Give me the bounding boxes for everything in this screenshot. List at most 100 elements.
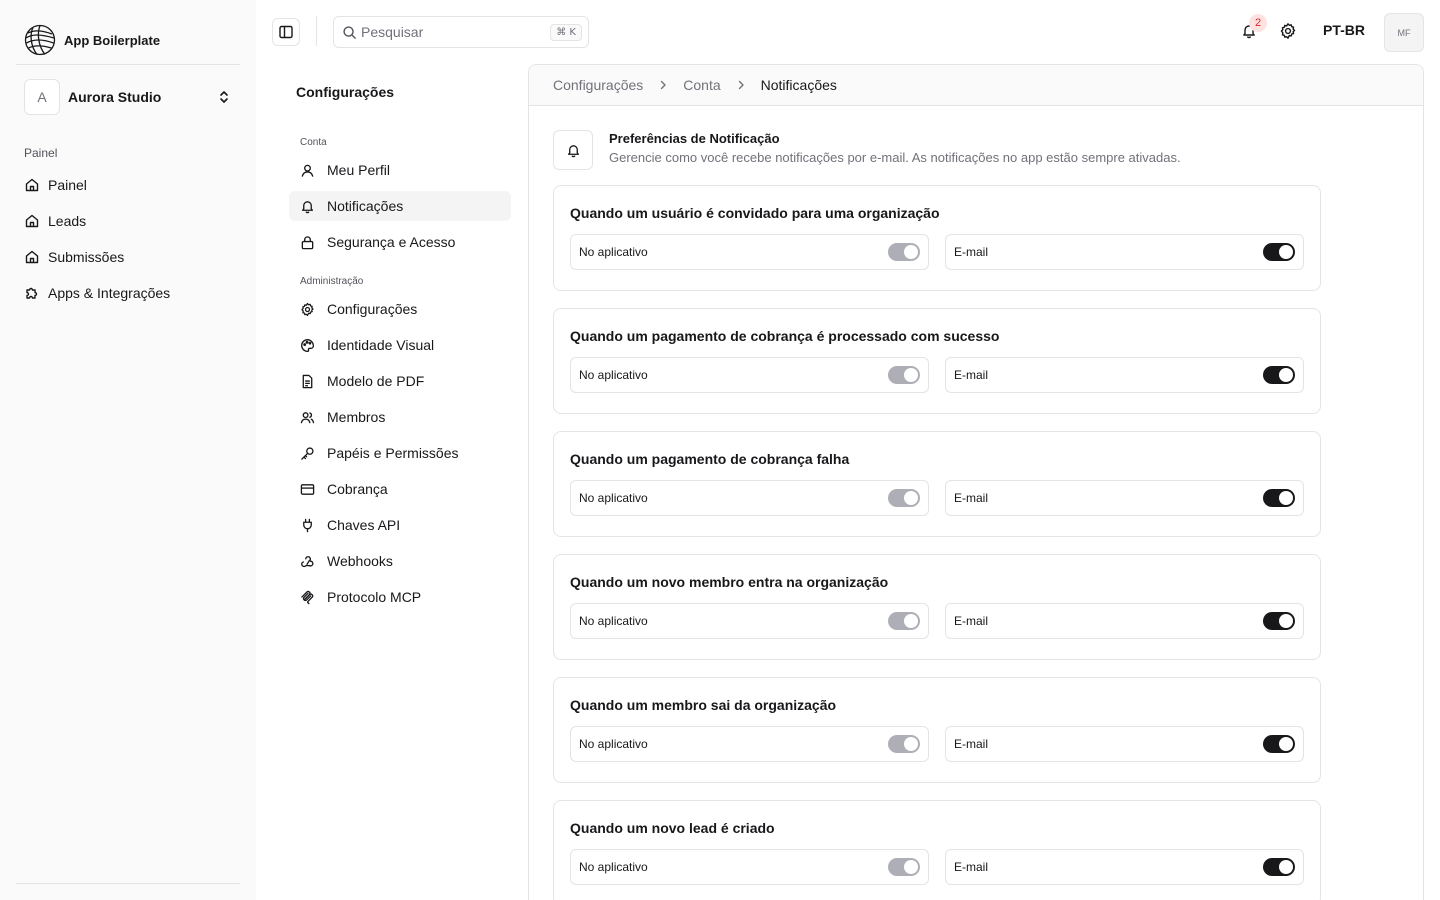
notification-settings-list: Quando um usuário é convidado para uma o… — [553, 185, 1321, 900]
settings-item-label: Configurações — [327, 301, 418, 317]
key-icon — [301, 446, 314, 460]
toggle-knob — [904, 245, 918, 259]
email-option: E-mail — [945, 357, 1304, 393]
language-selector[interactable]: PT-BR — [1312, 22, 1376, 38]
gear-icon — [301, 302, 314, 316]
in-app-label: No aplicativo — [579, 860, 648, 874]
email-toggle[interactable] — [1263, 612, 1295, 630]
breadcrumb-conta[interactable]: Conta — [683, 77, 720, 93]
search-input[interactable] — [361, 24, 551, 40]
email-toggle[interactable] — [1263, 489, 1295, 507]
user-avatar[interactable]: MF — [1384, 13, 1424, 52]
sidebar-toggle-button[interactable] — [272, 18, 300, 46]
chevron-right-icon — [661, 80, 666, 90]
toggle-knob — [904, 737, 918, 751]
home-icon — [25, 178, 39, 192]
notification-card: Quando um pagamento de cobrança é proces… — [553, 308, 1321, 414]
settings-item-membros[interactable]: Membros — [289, 402, 511, 432]
toggle-knob — [1279, 614, 1293, 628]
notification-event-title: Quando um novo lead é criado — [570, 820, 775, 836]
app-name: App Boilerplate — [64, 32, 161, 48]
settings-item-label: Webhooks — [327, 553, 393, 569]
in-app-toggle[interactable] — [888, 735, 920, 753]
chevron-right-icon — [738, 80, 744, 90]
settings-item-cobranca[interactable]: Cobrança — [289, 474, 511, 504]
notification-event-title: Quando um usuário é convidado para uma o… — [570, 205, 940, 221]
settings-item-modelo-pdf[interactable]: Modelo de PDF — [289, 366, 511, 396]
in-app-toggle[interactable] — [888, 243, 920, 261]
in-app-label: No aplicativo — [579, 737, 648, 751]
email-label: E-mail — [954, 368, 989, 382]
email-toggle[interactable] — [1263, 858, 1295, 876]
in-app-toggle[interactable] — [888, 858, 920, 876]
breadcrumb: Configurações Conta Notificações — [529, 65, 1423, 106]
settings-item-configuracoes[interactable]: Configurações — [289, 294, 511, 324]
brand[interactable]: App Boilerplate — [24, 24, 160, 56]
settings-item-papeis-permissoes[interactable]: Papéis e Permissões — [289, 438, 511, 468]
preferences-icon-box — [553, 130, 593, 170]
email-option: E-mail — [945, 603, 1304, 639]
breadcrumb-configuracoes[interactable]: Configurações — [553, 77, 643, 93]
sidebar-item-leads[interactable]: Leads — [24, 203, 240, 239]
settings-nav-conta: Meu Perfil Notificações Segurança e Aces… — [289, 155, 511, 263]
in-app-toggle[interactable] — [888, 489, 920, 507]
email-toggle[interactable] — [1263, 243, 1295, 261]
toggle-knob — [1279, 245, 1293, 259]
sidebar-item-label: Leads — [48, 213, 87, 229]
in-app-option: No aplicativo — [570, 726, 929, 762]
settings-nav-administracao: Configurações Identidade Visual Modelo d… — [289, 294, 511, 618]
search-box[interactable]: ⌘ K — [333, 16, 589, 48]
user-icon — [301, 164, 314, 177]
sidebar-item-apps-integracoes[interactable]: Apps & Integrações — [24, 275, 240, 311]
email-toggle[interactable] — [1263, 735, 1295, 753]
toggle-knob — [904, 368, 918, 382]
bell-icon — [301, 200, 314, 213]
mcp-icon — [301, 590, 314, 604]
settings-item-identidade-visual[interactable]: Identidade Visual — [289, 330, 511, 360]
document-icon — [302, 374, 313, 388]
sidebar-divider — [16, 883, 240, 884]
gear-icon — [1280, 23, 1296, 39]
settings-item-label: Identidade Visual — [327, 337, 435, 353]
settings-item-webhooks[interactable]: Webhooks — [289, 546, 511, 576]
in-app-label: No aplicativo — [579, 614, 648, 628]
sidebar-nav: Painel Leads Submissões Apps & Integraçõ… — [24, 167, 240, 311]
in-app-toggle[interactable] — [888, 612, 920, 630]
email-toggle[interactable] — [1263, 366, 1295, 384]
toggle-knob — [1279, 737, 1293, 751]
lock-icon — [301, 235, 314, 249]
sidebar-item-submissoes[interactable]: Submissões — [24, 239, 240, 275]
org-avatar: A — [24, 79, 60, 115]
chevrons-up-down-icon — [220, 91, 228, 103]
email-label: E-mail — [954, 245, 989, 259]
home-icon — [25, 250, 39, 264]
notification-event-title: Quando um novo membro entra na organizaç… — [570, 574, 889, 590]
plug-icon — [303, 518, 312, 532]
settings-item-meu-perfil[interactable]: Meu Perfil — [289, 155, 511, 185]
notification-card: Quando um novo lead é criado No aplicativ… — [553, 800, 1321, 900]
email-option: E-mail — [945, 234, 1304, 270]
settings-item-chaves-api[interactable]: Chaves API — [289, 510, 511, 540]
search-shortcut: ⌘ K — [550, 23, 582, 41]
settings-item-seguranca-acesso[interactable]: Segurança e Acesso — [289, 227, 511, 257]
settings-group-label-administracao: Administração — [300, 276, 364, 287]
sidebar-divider — [16, 64, 240, 65]
in-app-toggle[interactable] — [888, 366, 920, 384]
settings-item-label: Protocolo MCP — [327, 589, 422, 605]
settings-item-label: Chaves API — [327, 517, 401, 533]
settings-item-notificacoes[interactable]: Notificações — [289, 191, 511, 221]
in-app-option: No aplicativo — [570, 603, 929, 639]
preferences-description: Gerencie como você recebe notificações p… — [609, 150, 1181, 165]
sidebar-item-label: Apps & Integrações — [48, 285, 171, 301]
settings-title: Configurações — [296, 84, 395, 100]
org-name: Aurora Studio — [68, 89, 162, 105]
sidebar-item-label: Painel — [48, 177, 87, 193]
settings-button[interactable] — [1279, 22, 1297, 40]
notification-card: Quando um usuário é convidado para uma o… — [553, 185, 1321, 291]
users-icon — [300, 411, 315, 423]
sidebar-item-painel[interactable]: Painel — [24, 167, 240, 203]
settings-item-protocolo-mcp[interactable]: Protocolo MCP — [289, 582, 511, 612]
org-switcher[interactable]: A Aurora Studio — [24, 79, 240, 115]
webhook-icon — [301, 555, 314, 567]
email-label: E-mail — [954, 860, 989, 874]
